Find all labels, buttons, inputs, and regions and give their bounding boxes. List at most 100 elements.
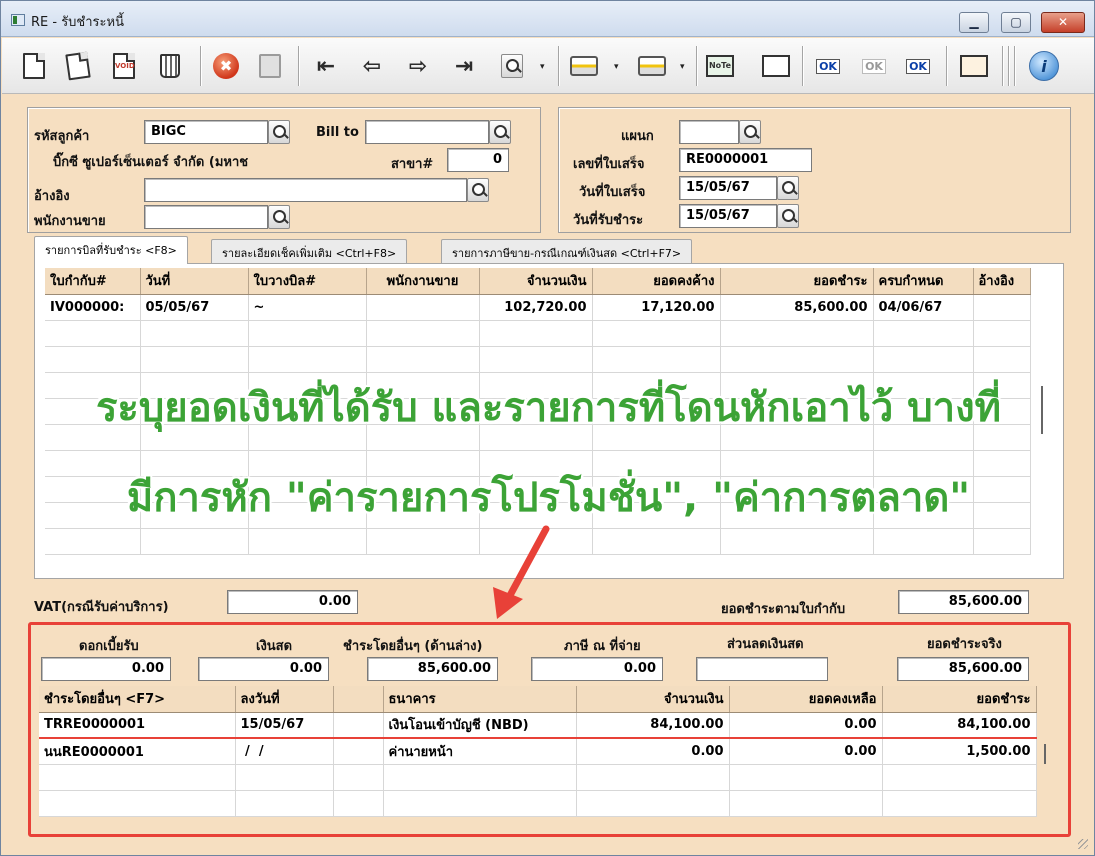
table-row[interactable]: [39, 764, 1037, 791]
customer-code-field[interactable]: BIGC: [144, 120, 268, 144]
table-row[interactable]: นนRE0000001 / / ค่านายหน้า 0.00 0.00 1,5…: [39, 738, 1037, 765]
extra-cell[interactable]: [333, 712, 384, 739]
bill-to-field[interactable]: [365, 120, 489, 144]
payment-date-field[interactable]: 15/05/67: [679, 204, 777, 228]
approve-ok-icon[interactable]: OK: [812, 50, 844, 82]
payment-doc-cell[interactable]: TRRE0000001: [39, 712, 236, 739]
column-header[interactable]: ใบกำกับ#: [45, 268, 141, 295]
cancel-icon[interactable]: ✖: [210, 50, 242, 82]
print-icon[interactable]: [568, 50, 600, 82]
salesperson-field[interactable]: [144, 205, 268, 229]
customer-lookup-icon[interactable]: [268, 120, 290, 144]
tab-invoices[interactable]: รายการบิลที่รับชำระ <F8>: [34, 236, 188, 264]
column-header[interactable]: พนักงานขาย: [366, 268, 480, 295]
column-header[interactable]: วันที่: [140, 268, 249, 295]
receipt-date-picker-icon[interactable]: [777, 176, 799, 200]
next-record-icon[interactable]: ⇨: [402, 50, 434, 82]
salesperson-cell[interactable]: [366, 294, 480, 321]
save-icon[interactable]: [254, 50, 286, 82]
reference-cell[interactable]: [973, 294, 1031, 321]
receipt-date-field[interactable]: 15/05/67: [679, 176, 777, 200]
payment-doc-cell[interactable]: นนRE0000001: [39, 738, 236, 765]
previous-record-icon[interactable]: ⇦: [356, 50, 388, 82]
tab-sales-tax-cash[interactable]: รายการภาษีขาย-กรณีเกณฑ์เงินสด <Ctrl+F7>: [441, 239, 693, 263]
other-payment-grid-scrollbar[interactable]: [1044, 744, 1046, 764]
note-icon[interactable]: NoTe: [704, 50, 736, 82]
other-payment-grid: ชำระโดยอื่นๆ <F7> ลงวันที่ ธนาคาร จำนวนเ…: [39, 686, 1037, 817]
trash-icon[interactable]: [154, 50, 186, 82]
extra-cell[interactable]: [333, 738, 384, 765]
column-header[interactable]: ใบวางบิล#: [248, 268, 367, 295]
invoice-no-cell[interactable]: IV000000:: [45, 294, 141, 321]
column-header[interactable]: ลงวันที่: [235, 686, 334, 713]
department-lookup-icon[interactable]: [739, 120, 761, 144]
payment-cell[interactable]: 84,100.00: [882, 712, 1037, 739]
column-header[interactable]: ยอดคงค้าง: [592, 268, 721, 295]
close-button[interactable]: ✕: [1041, 12, 1085, 33]
due-date-cell[interactable]: 04/06/67: [873, 294, 974, 321]
search-dropdown-icon[interactable]: ▾: [540, 62, 545, 72]
column-header[interactable]: จำนวนเงิน: [479, 268, 593, 295]
balance-cell[interactable]: 0.00: [729, 738, 883, 765]
outstanding-cell[interactable]: 17,120.00: [592, 294, 721, 321]
edit-icon[interactable]: [62, 50, 94, 82]
new-document-icon[interactable]: [18, 50, 50, 82]
maximize-button[interactable]: ▢: [1001, 12, 1031, 33]
cash-discount-field[interactable]: [696, 657, 828, 681]
tab-cheque-details[interactable]: รายละเอียดเช็คเพิ่มเติม <Ctrl+F8>: [211, 239, 408, 263]
print-dropdown-icon[interactable]: ▾: [614, 62, 619, 72]
branch-field[interactable]: 0: [447, 148, 509, 172]
cash-field[interactable]: 0.00: [198, 657, 329, 681]
info-icon[interactable]: i: [1028, 50, 1060, 82]
column-header[interactable]: ครบกำหนด: [873, 268, 974, 295]
last-record-icon[interactable]: ⇥: [448, 50, 480, 82]
bank-cell[interactable]: ค่านายหน้า: [383, 738, 577, 765]
print-vat-icon[interactable]: [636, 50, 668, 82]
reference-field[interactable]: [144, 178, 467, 202]
bank-cell[interactable]: เงินโอนเข้าบัญชี (NBD): [383, 712, 577, 739]
column-header[interactable]: ยอดชำระ: [882, 686, 1037, 713]
calculator-icon[interactable]: [958, 50, 990, 82]
amount-cell[interactable]: 0.00: [576, 738, 730, 765]
resize-grip-icon[interactable]: [1078, 839, 1088, 849]
table-row[interactable]: [45, 346, 1031, 373]
bill-to-lookup-icon[interactable]: [489, 120, 511, 144]
payment-cell[interactable]: 1,500.00: [882, 738, 1037, 765]
balance-cell[interactable]: 0.00: [729, 712, 883, 739]
void-icon[interactable]: VOID: [108, 50, 140, 82]
report-icon[interactable]: [760, 50, 792, 82]
minimize-button[interactable]: ▁: [959, 12, 989, 33]
approve-ok-disabled-icon[interactable]: OK: [858, 50, 890, 82]
table-row[interactable]: [45, 320, 1031, 347]
vat-field[interactable]: 0.00: [227, 590, 358, 614]
payment-cell[interactable]: 85,600.00: [720, 294, 874, 321]
search-record-icon[interactable]: [496, 50, 528, 82]
department-field[interactable]: [679, 120, 739, 144]
withholding-tax-field[interactable]: 0.00: [531, 657, 663, 681]
table-row[interactable]: IV000000: 05/05/67 ~ 102,720.00 17,120.0…: [45, 294, 1031, 321]
payment-date-cell[interactable]: 15/05/67: [235, 712, 334, 739]
column-header[interactable]: ชำระโดยอื่นๆ <F7>: [39, 686, 236, 713]
column-header[interactable]: ธนาคาร: [383, 686, 577, 713]
payment-date-cell[interactable]: / /: [235, 738, 334, 765]
table-row[interactable]: [39, 790, 1037, 817]
payment-date-picker-icon[interactable]: [777, 204, 799, 228]
ok-document-icon[interactable]: OK: [902, 50, 934, 82]
reference-lookup-icon[interactable]: [467, 178, 489, 202]
invoice-date-cell[interactable]: 05/05/67: [140, 294, 249, 321]
receipt-no-field[interactable]: RE0000001: [679, 148, 812, 172]
column-header[interactable]: จำนวนเงิน: [576, 686, 730, 713]
interest-field[interactable]: 0.00: [41, 657, 171, 681]
amount-cell[interactable]: 84,100.00: [576, 712, 730, 739]
amount-cell[interactable]: 102,720.00: [479, 294, 593, 321]
first-record-icon[interactable]: ⇤: [310, 50, 342, 82]
title-bar[interactable]: RE - รับชำระหนี้ ▁ ▢ ✕: [1, 1, 1094, 37]
column-header[interactable]: ยอดชำระ: [720, 268, 874, 295]
table-row[interactable]: TRRE0000001 15/05/67 เงินโอนเข้าบัญชี (N…: [39, 712, 1037, 739]
salesperson-lookup-icon[interactable]: [268, 205, 290, 229]
column-header[interactable]: ยอดคงเหลือ: [729, 686, 883, 713]
column-header[interactable]: อ้างอิง: [973, 268, 1031, 295]
column-header[interactable]: [333, 686, 384, 713]
billing-note-cell[interactable]: ~: [248, 294, 367, 321]
print-vat-dropdown-icon[interactable]: ▾: [680, 62, 685, 72]
